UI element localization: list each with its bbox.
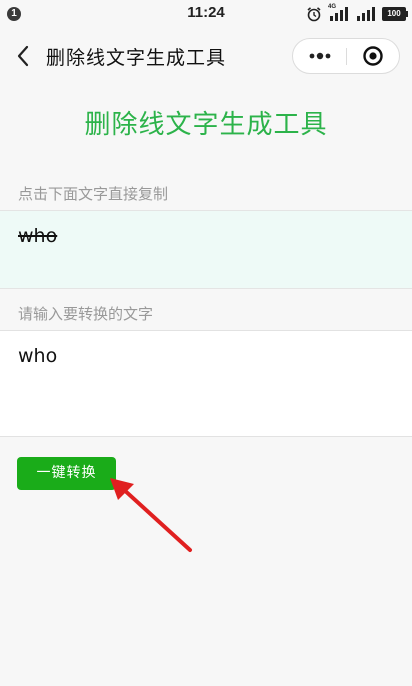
text-input-area[interactable]: who bbox=[0, 330, 412, 437]
signal-4g-icon: 4G bbox=[328, 4, 350, 22]
mini-program-capsule bbox=[292, 38, 400, 74]
chevron-left-icon bbox=[17, 45, 29, 67]
status-icons: 4G 100 bbox=[306, 4, 408, 23]
page-heading: 删除线文字生成工具 bbox=[84, 110, 328, 140]
battery-icon: 100 bbox=[382, 7, 408, 21]
signal-icon bbox=[356, 6, 376, 22]
input-hint-label: 请输入要转换的文字 bbox=[18, 305, 154, 323]
alarm-icon bbox=[306, 6, 322, 22]
more-dots-icon bbox=[309, 52, 330, 60]
target-close-icon bbox=[363, 46, 383, 66]
status-bar: 1 11:24 4G 100 bbox=[0, 0, 412, 28]
copy-hint-label: 点击下面文字直接复制 bbox=[18, 185, 169, 203]
red-arrow-annotation bbox=[110, 478, 192, 552]
more-button[interactable] bbox=[293, 39, 346, 73]
nav-bar: 删除线文字生成工具 bbox=[0, 28, 412, 84]
result-box[interactable]: who bbox=[0, 210, 412, 289]
back-button[interactable] bbox=[8, 40, 38, 72]
input-text-value[interactable]: who bbox=[18, 345, 57, 367]
close-button[interactable] bbox=[347, 39, 399, 73]
strikethrough-result-text[interactable]: who bbox=[18, 225, 57, 247]
nav-title: 删除线文字生成工具 bbox=[46, 47, 227, 69]
